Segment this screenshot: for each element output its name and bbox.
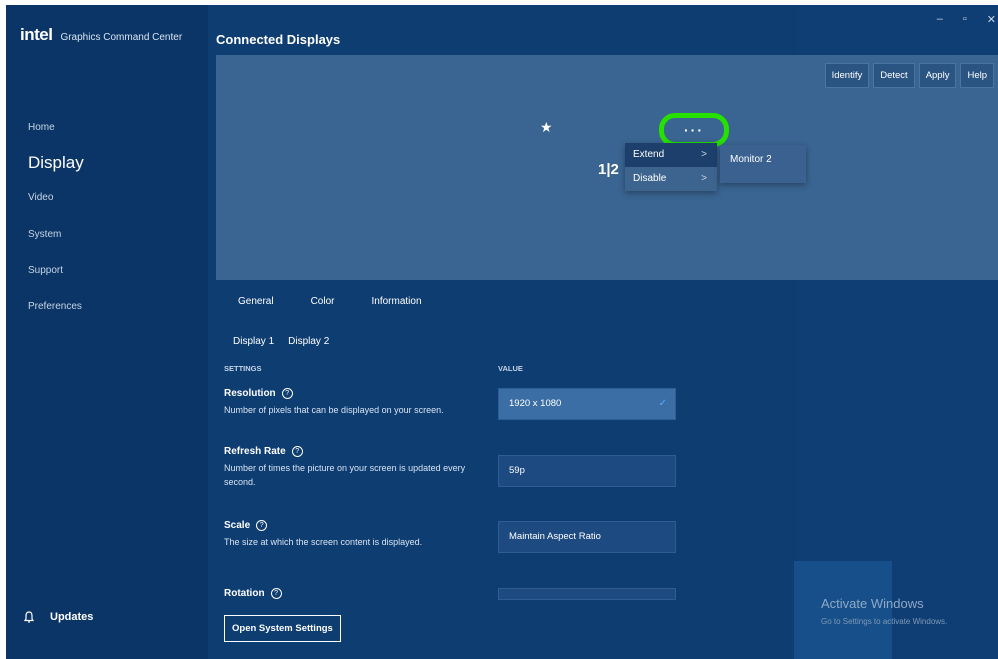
help-icon[interactable]: ? xyxy=(270,588,282,599)
updates-button[interactable]: Updates xyxy=(22,610,93,624)
resolution-value: 1920 x 1080 xyxy=(509,398,562,409)
settings-tabs: General Color Information xyxy=(238,296,422,307)
scale-description: The size at which the screen content is … xyxy=(224,537,423,547)
activate-windows-title: Activate Windows xyxy=(821,596,924,611)
submenu-item-monitor-2[interactable]: Monitor 2 xyxy=(720,145,806,183)
sidebar-item-display[interactable]: Display xyxy=(28,153,84,173)
bell-icon xyxy=(22,610,36,624)
rotation-select[interactable] xyxy=(498,588,676,600)
refresh-rate-description: Number of times the picture on your scre… xyxy=(224,463,466,487)
tab-display-2[interactable]: Display 2 xyxy=(288,336,329,347)
refresh-rate-label: Refresh Rate xyxy=(224,446,286,457)
updates-label: Updates xyxy=(50,611,94,623)
menu-item-disable-label: Disable xyxy=(633,173,667,184)
sidebar-item-preferences[interactable]: Preferences xyxy=(28,301,82,312)
app-window: intel Graphics Command Center Home Displ… xyxy=(6,5,998,659)
scale-select[interactable]: Maintain Aspect Ratio xyxy=(498,521,676,553)
sidebar: intel Graphics Command Center Home Displ… xyxy=(6,5,208,659)
scale-title: Scale ? xyxy=(224,520,268,531)
toolbar: Identify Detect Apply Help xyxy=(824,63,994,88)
menu-item-extend[interactable]: Extend > xyxy=(625,143,717,167)
help-button[interactable]: Help xyxy=(960,63,994,88)
tab-general[interactable]: General xyxy=(238,296,274,307)
sidebar-item-system[interactable]: System xyxy=(28,229,61,240)
close-icon[interactable]: ✕ xyxy=(987,13,996,26)
context-menu: Extend > Disable > xyxy=(625,143,717,191)
value-header: VALUE xyxy=(498,364,523,373)
primary-display-star-icon: ★ xyxy=(540,119,553,135)
resolution-title: Resolution ? xyxy=(224,388,293,399)
app-name: Graphics Command Center xyxy=(60,32,183,43)
menu-item-extend-label: Extend xyxy=(633,149,665,160)
identify-button[interactable]: Identify xyxy=(824,63,870,88)
help-icon[interactable]: ? xyxy=(256,520,268,531)
apply-button[interactable]: Apply xyxy=(918,63,957,88)
scale-label: Scale xyxy=(224,520,251,531)
submenu: Monitor 2 xyxy=(720,145,806,183)
brand: intel Graphics Command Center xyxy=(20,25,182,45)
refresh-rate-title: Refresh Rate ? xyxy=(224,446,303,457)
activate-windows-subtitle: Go to Settings to activate Windows. xyxy=(821,617,948,626)
scale-value: Maintain Aspect Ratio xyxy=(509,531,601,542)
rotation-title: Rotation ? xyxy=(224,588,282,599)
tab-color[interactable]: Color xyxy=(311,296,335,307)
intel-logo: intel xyxy=(20,25,53,44)
minimize-icon[interactable]: – xyxy=(937,13,943,26)
resolution-select[interactable]: 1920 x 1080 ✓ xyxy=(498,388,676,420)
check-icon: ✓ xyxy=(658,398,667,409)
display-tabs: Display 1 Display 2 xyxy=(233,336,329,347)
tab-information[interactable]: Information xyxy=(371,296,421,307)
maximize-icon[interactable]: ▫ xyxy=(963,13,967,26)
rotation-label: Rotation xyxy=(224,588,265,599)
settings-header: SETTINGS xyxy=(224,364,262,373)
chevron-right-icon: > xyxy=(701,173,707,184)
detect-button[interactable]: Detect xyxy=(873,63,915,88)
open-system-settings-button[interactable]: Open System Settings xyxy=(224,615,341,642)
sidebar-item-support[interactable]: Support xyxy=(28,265,63,276)
help-icon[interactable]: ? xyxy=(291,446,303,457)
resolution-description: Number of pixels that can be displayed o… xyxy=(224,405,444,415)
window-controls: – ▫ ✕ xyxy=(937,13,996,26)
display-preview: Identify Detect Apply Help ★ 1|2 ··· Ext… xyxy=(216,55,998,280)
resolution-label: Resolution xyxy=(224,388,276,399)
page-title: Connected Displays xyxy=(216,32,341,47)
more-options-button[interactable]: ··· xyxy=(659,113,729,147)
monitor-label[interactable]: 1|2 xyxy=(598,161,619,178)
chevron-right-icon: > xyxy=(701,149,707,160)
menu-item-disable[interactable]: Disable > xyxy=(625,167,717,191)
sidebar-item-home[interactable]: Home xyxy=(28,122,55,133)
refresh-rate-value: 59p xyxy=(509,465,525,476)
sidebar-item-video[interactable]: Video xyxy=(28,192,53,203)
refresh-rate-select[interactable]: 59p xyxy=(498,455,676,487)
tab-display-1[interactable]: Display 1 xyxy=(233,336,274,347)
help-icon[interactable]: ? xyxy=(281,388,293,399)
